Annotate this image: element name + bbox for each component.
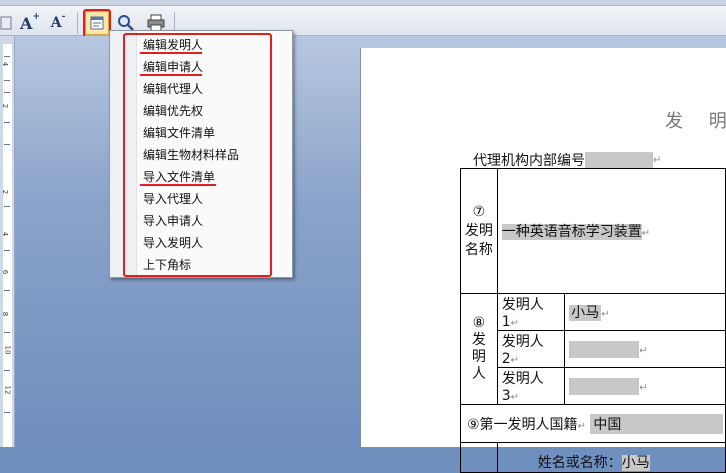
menu-item-edit-priority[interactable]: 编辑优先权: [143, 101, 203, 121]
toolbar-top-strip: [0, 0, 726, 6]
inventor-3-label-cell: 发明人 3↵: [496, 367, 566, 405]
inventor-2-value-cell: ↵: [564, 330, 726, 368]
inventor-1-value-cell: 小马 ↵: [564, 293, 726, 331]
ruler-tick: [4, 290, 10, 291]
ruler-tick: [4, 92, 10, 93]
paragraph-mark-icon: ↵: [641, 228, 651, 239]
inventor-2-label-cell: 发明人 2↵: [496, 330, 566, 368]
invention-name-label-cell: ⑦ 发明名称: [460, 168, 498, 294]
paragraph-mark-icon: ↵: [510, 355, 520, 366]
menu-item-edit-file-list[interactable]: 编辑文件清单: [143, 123, 215, 143]
menu-item-superscript-subscript[interactable]: 上下角标: [143, 255, 191, 275]
paragraph-mark-icon: ↵: [510, 318, 520, 329]
ruler-number: 12: [3, 385, 12, 395]
inventor-2-label: 发明人 2: [501, 334, 544, 367]
ruler-tick: [4, 144, 10, 145]
applicant-label-cell: [460, 442, 498, 473]
ruler-tick: [4, 56, 10, 57]
ruler-number: 2: [1, 103, 10, 109]
ruler-tick: [4, 370, 10, 371]
menu-icon-gutter: [110, 31, 137, 277]
paragraph-mark-icon: ↵: [653, 154, 662, 166]
ruler-number: 2: [1, 189, 10, 195]
ruler-number: 10: [3, 345, 12, 355]
ruler-number: 4: [1, 231, 10, 237]
menu-item-import-inventor[interactable]: 导入发明人: [143, 233, 203, 253]
invention-name-number: ⑦: [472, 203, 486, 220]
edit-form-icon[interactable]: [85, 11, 109, 35]
nationality-cell: ⑨第一发明人国籍↵ 中国: [460, 404, 726, 443]
applicant-name-value[interactable]: 小马: [621, 455, 650, 471]
inventor-section-label-cell: ⑧ 发明人: [460, 293, 498, 405]
edit-dropdown-menu: 编辑发明人 编辑申请人 编辑代理人 编辑优先权 编辑文件清单 编辑生物材料样品 …: [109, 30, 293, 278]
decrease-font-icon[interactable]: A-: [46, 11, 70, 35]
toolbar-separator: [77, 12, 78, 34]
paragraph-mark-icon: ↵: [639, 382, 648, 393]
inventor-1-value[interactable]: 小马: [569, 305, 602, 321]
ruler-tick: [4, 122, 10, 123]
inventor-section-number: ⑧: [472, 315, 486, 331]
paragraph-mark-icon: ↵: [639, 345, 648, 356]
ruler-tick: [4, 206, 10, 207]
ruler-number: 8: [1, 311, 10, 317]
document-title: 发 明: [665, 111, 726, 132]
application-form-table: ⑦ 发明名称 一种英语音标学习装置↵ ⑧ 发明人 发明人 1↵ 小马 ↵ 发明人 …: [460, 168, 726, 473]
invention-name-cell: 一种英语音标学习装置↵: [496, 168, 726, 294]
menu-item-edit-biomaterial[interactable]: 编辑生物材料样品: [143, 145, 239, 165]
menu-item-edit-applicant[interactable]: 编辑申请人: [143, 57, 203, 77]
inventor-1-label-cell: 发明人 1↵: [496, 293, 566, 331]
ruler-tick: [4, 412, 10, 413]
inventor-3-value[interactable]: [569, 377, 640, 395]
vertical-ruler[interactable]: 4 2 2 4 6 8 10 12: [0, 36, 15, 447]
menu-item-edit-agent[interactable]: 编辑代理人: [143, 79, 203, 99]
paragraph-mark-icon: ↵: [601, 309, 610, 320]
ruler-tick: [4, 250, 10, 251]
inventor-3-value-cell: ↵: [564, 367, 726, 405]
increase-font-label: A: [20, 13, 33, 33]
agency-number-line: 代理机构内部编号 ↵: [473, 150, 661, 170]
menu-item-edit-inventor[interactable]: 编辑发明人: [143, 35, 203, 55]
inventor-3-label: 发明人 3: [501, 371, 544, 404]
menu-item-import-applicant[interactable]: 导入申请人: [143, 211, 203, 231]
agency-number-field[interactable]: [585, 151, 653, 169]
ruler-tick: [4, 80, 10, 81]
menu-item-import-agent[interactable]: 导入代理人: [143, 189, 203, 209]
inventor-section-label: 发明人: [471, 332, 486, 382]
agency-number-label: 代理机构内部编号: [473, 153, 585, 169]
decrease-font-label: A: [50, 15, 62, 31]
ruler-tick: [4, 332, 10, 333]
paragraph-mark-icon: ↵: [510, 392, 520, 403]
paragraph-mark-icon: ↵: [577, 420, 586, 432]
ruler-number: 4: [1, 61, 10, 67]
nationality-value[interactable]: 中国: [590, 413, 724, 434]
inventor-2-value[interactable]: [569, 340, 640, 358]
invention-name-value[interactable]: 一种英语音标学习装置: [501, 224, 642, 240]
menu-item-import-file-list[interactable]: 导入文件清单: [143, 167, 215, 187]
toolbar-partial-icon[interactable]: [0, 11, 18, 35]
applicant-name-label: 姓名或名称：: [537, 455, 622, 471]
applicant-name-cell: 姓名或名称：小马: [496, 442, 726, 473]
nationality-label: ⑨第一发明人国籍: [467, 416, 578, 433]
ruler-number: 6: [1, 269, 10, 275]
inventor-1-label: 发明人 1: [501, 297, 544, 330]
invention-name-label: 发明名称: [464, 222, 493, 258]
increase-font-icon[interactable]: A +: [18, 11, 42, 35]
